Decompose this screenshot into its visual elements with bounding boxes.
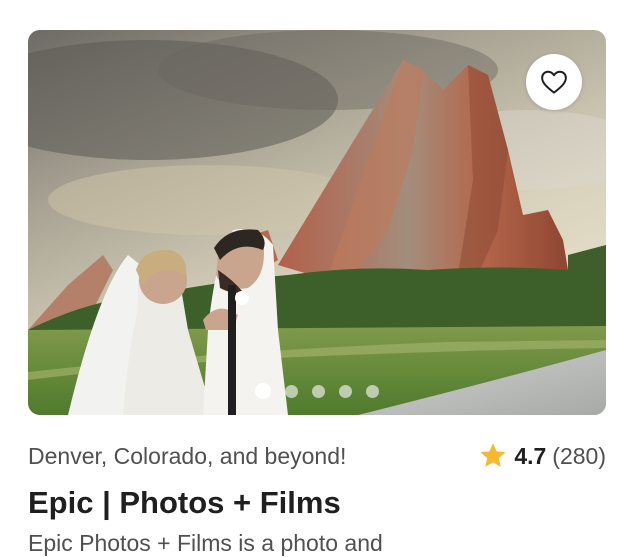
- carousel-dot-5[interactable]: [366, 384, 379, 398]
- vendor-name[interactable]: Epic | Photos + Films: [28, 485, 606, 521]
- vendor-location: Denver, Colorado, and beyond!: [28, 442, 347, 469]
- carousel-dot-3[interactable]: [312, 384, 325, 398]
- vendor-rating: 4.7 (280): [478, 441, 606, 471]
- favorite-button[interactable]: [526, 54, 582, 110]
- carousel-dot-2[interactable]: [285, 384, 298, 398]
- star-icon: [480, 443, 506, 467]
- carousel-dot-1[interactable]: [255, 383, 271, 399]
- review-count: (280): [552, 442, 606, 469]
- vendor-description: Epic Photos + Films is a photo and: [28, 530, 383, 556]
- listing-meta: Denver, Colorado, and beyond! 4.7 (280): [28, 441, 606, 471]
- vendor-photo-carousel[interactable]: [28, 30, 606, 415]
- heart-icon: [541, 70, 567, 94]
- carousel-pagination: [28, 383, 606, 399]
- wedding-couple-photo: [28, 30, 606, 415]
- vendor-card[interactable]: Denver, Colorado, and beyond! 4.7 (280) …: [28, 30, 606, 521]
- carousel-dot-4[interactable]: [339, 384, 352, 398]
- rating-score: 4.7: [514, 442, 547, 469]
